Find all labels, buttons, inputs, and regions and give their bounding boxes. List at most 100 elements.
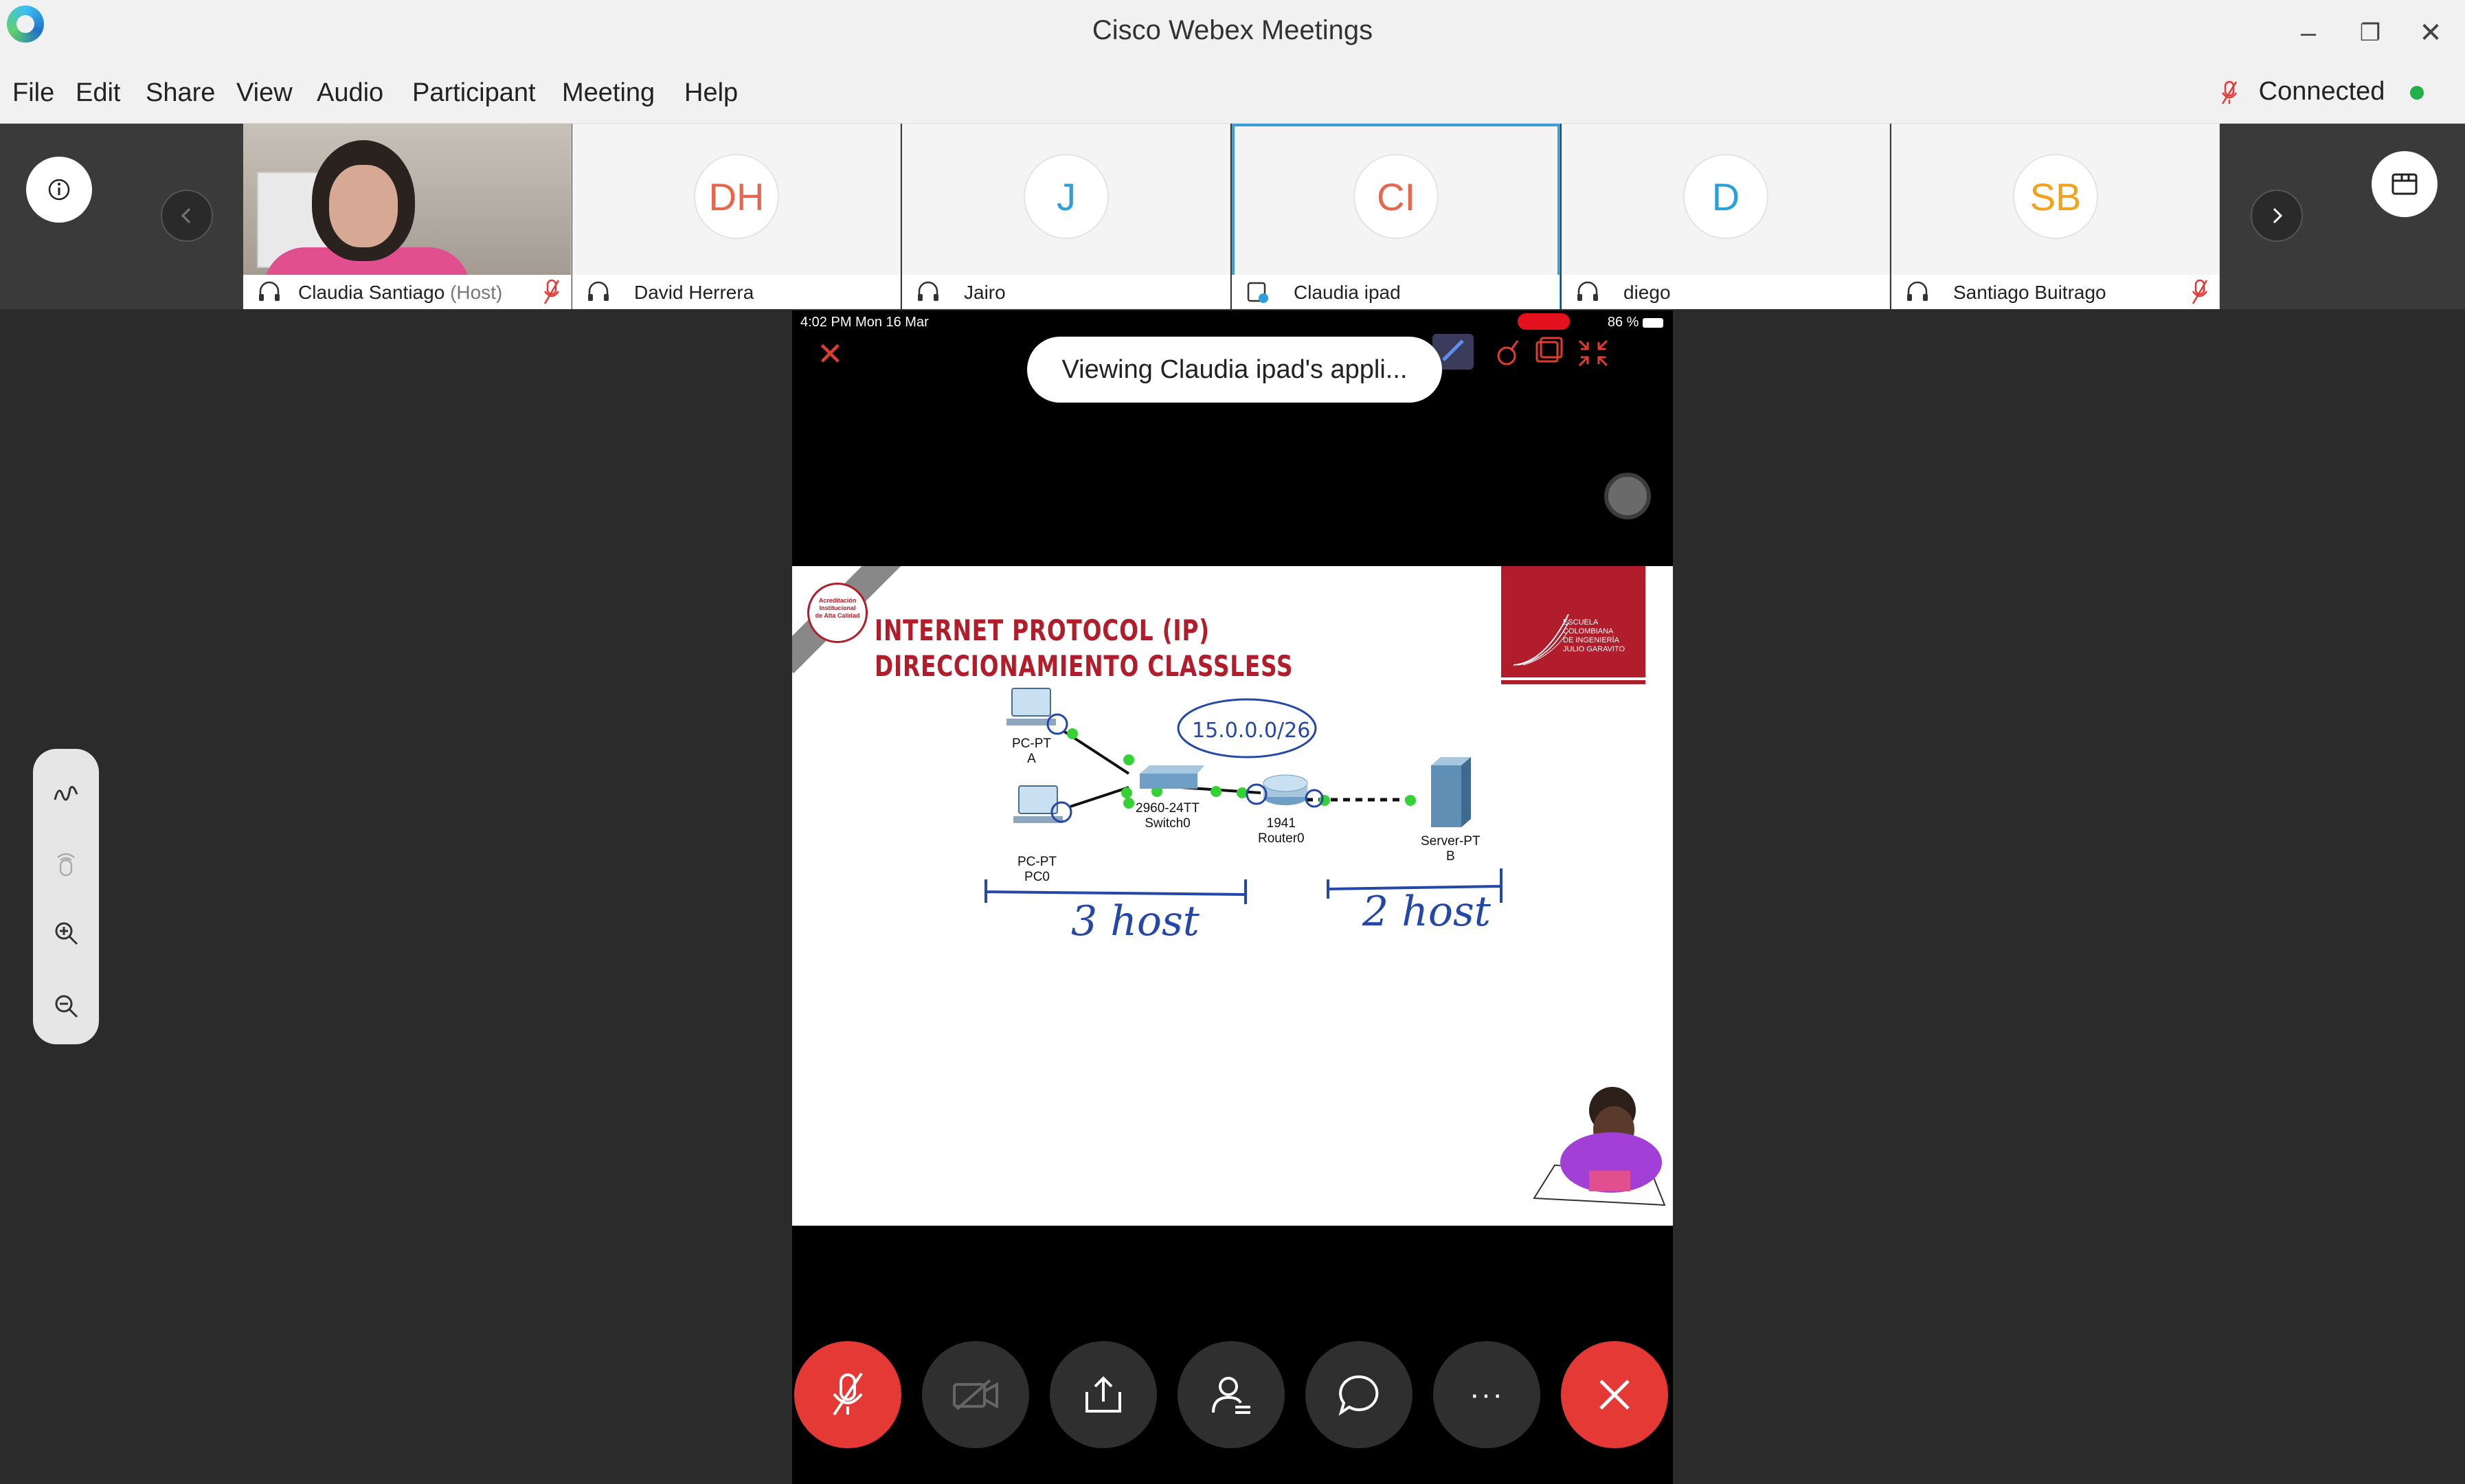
remote-control-icon [57, 853, 75, 877]
host-tag: (Host) [450, 282, 503, 303]
chevron-left-icon [181, 207, 191, 224]
video-button[interactable] [922, 1341, 1029, 1448]
menu-participant[interactable]: Participant [412, 78, 536, 108]
participant-video [329, 165, 398, 247]
participant-name: Claudia ipad [1294, 282, 1401, 303]
switch-icon [1140, 765, 1204, 789]
participant-name: Santiago Buitrago [1953, 282, 2106, 303]
mic-muted-icon [543, 279, 560, 304]
menu-meeting[interactable]: Meeting [562, 78, 655, 108]
right-hosts-annotation: 2 host [1362, 888, 1491, 936]
menu-bar: File Edit Share View Audio Participant M… [0, 66, 2465, 124]
video-off-icon [953, 1379, 998, 1410]
avatar: CI [1353, 154, 1439, 239]
connection-status[interactable]: Connected [2221, 77, 2424, 106]
participant-tile-jairo[interactable]: J Jairo [902, 124, 1230, 309]
share-icon [1085, 1376, 1121, 1413]
participant-name: Claudia Santiago [298, 282, 445, 303]
avatar: SB [2013, 154, 2098, 239]
chevron-right-icon [2273, 207, 2283, 224]
assistive-touch-button[interactable] [1604, 473, 1651, 519]
participant-strip: Claudia Santiago (Host) DH David Herrera… [0, 124, 2465, 309]
menu-edit[interactable]: Edit [76, 78, 120, 108]
annotate-button[interactable] [49, 776, 82, 809]
left-hosts-annotation: 3 host [1071, 897, 1200, 945]
menu-audio[interactable]: Audio [317, 78, 383, 108]
leave-button[interactable] [1561, 1341, 1668, 1448]
pc0-label: PC-PT PC0 [1017, 855, 1057, 884]
title-bar: Cisco Webex Meetings – ❐ ✕ [0, 0, 2465, 66]
zoom-out-button[interactable] [49, 989, 82, 1022]
tile-footer: Santiago Buitrago [1891, 275, 2219, 309]
mute-button[interactable] [794, 1341, 901, 1448]
minimize-button[interactable]: – [2288, 14, 2329, 52]
chat-button[interactable] [1305, 1341, 1412, 1448]
participant-tile-david-herrera[interactable]: DH David Herrera [572, 124, 901, 309]
device-icon [1247, 282, 1268, 303]
server-icon [1431, 757, 1471, 827]
presentation-slide: Acreditación Institucional de Alta Calid… [792, 566, 1673, 1226]
zoom-in-icon [55, 922, 78, 945]
info-icon [48, 179, 70, 201]
headset-icon [588, 281, 609, 301]
collapse-icon [1578, 339, 1608, 367]
annotation-palette [33, 749, 99, 1044]
participant-tile-diego[interactable]: D diego [1562, 124, 1890, 309]
headset-icon [918, 281, 938, 301]
window-icon [1535, 337, 1563, 363]
remote-control-button[interactable] [49, 846, 82, 879]
mic-muted-icon [2222, 80, 2238, 104]
menu-file[interactable]: File [12, 78, 54, 108]
connection-label: Connected [2258, 77, 2385, 106]
pc-a-label: PC-PT A [1012, 737, 1051, 766]
participants-button[interactable] [1178, 1341, 1285, 1448]
avatar: D [1683, 154, 1768, 239]
window-title: Cisco Webex Meetings [1092, 15, 1373, 45]
mic-muted-icon [833, 1372, 863, 1416]
router-icon [1263, 774, 1308, 805]
close-button[interactable]: ✕ [2410, 14, 2451, 52]
participant-tile-claudia-santiago[interactable]: Claudia Santiago (Host) [243, 124, 572, 309]
layout-button[interactable] [2372, 151, 2438, 217]
menu-help[interactable]: Help [684, 78, 738, 108]
tile-footer: Claudia Santiago (Host) [243, 275, 571, 309]
meeting-info-button[interactable] [26, 157, 92, 223]
tile-footer: Jairo [902, 275, 1230, 309]
participant-tile-claudia-ipad[interactable]: CI Claudia ipad [1232, 124, 1560, 309]
headset-icon [259, 281, 280, 301]
device-status-bar: 4:02 PM Mon 16 Mar 86 % [792, 311, 1673, 334]
menu-share[interactable]: Share [146, 78, 215, 108]
battery-icon [1643, 317, 1663, 328]
share-button[interactable] [1050, 1341, 1157, 1448]
headset-icon [1907, 281, 1928, 301]
zoom-out-icon [55, 995, 78, 1018]
battery-level: 86 % [1607, 315, 1639, 330]
connection-dot [2410, 85, 2424, 100]
more-button[interactable]: ··· [1433, 1341, 1540, 1448]
zoom-in-button[interactable] [49, 917, 82, 949]
layout-icon [2391, 173, 2418, 195]
shared-screen: 4:02 PM Mon 16 Mar 86 % ✕ Viewing Claudi… [792, 311, 1673, 1484]
student-illustration [1533, 1087, 1666, 1206]
restore-button[interactable]: ❐ [2350, 14, 2391, 52]
strip-next-button[interactable] [2251, 190, 2303, 242]
server-label: Server-PT B [1421, 834, 1481, 864]
tile-footer: Claudia ipad [1232, 275, 1560, 309]
network-diagram [984, 688, 1666, 1206]
tile-footer: David Herrera [572, 275, 900, 309]
share-close-icon[interactable]: ✕ [817, 335, 844, 372]
strip-prev-button[interactable] [161, 190, 213, 242]
chat-icon [1338, 1375, 1379, 1416]
router-label: 1941 Router0 [1258, 816, 1305, 846]
pen-scribble-icon [54, 785, 78, 801]
share-toolbar [1432, 331, 1632, 379]
participant-name: diego [1623, 282, 1671, 303]
close-icon [1599, 1380, 1630, 1410]
menu-view[interactable]: View [236, 78, 293, 108]
avatar: DH [694, 154, 779, 239]
participant-tile-santiago-buitrago[interactable]: SB Santiago Buitrago [1891, 124, 2220, 309]
headset-icon [1577, 281, 1598, 301]
switch-label: 2960-24TT Switch0 [1136, 801, 1200, 831]
tile-footer: diego [1562, 275, 1889, 309]
device-time: 4:02 PM Mon 16 Mar [800, 315, 929, 330]
